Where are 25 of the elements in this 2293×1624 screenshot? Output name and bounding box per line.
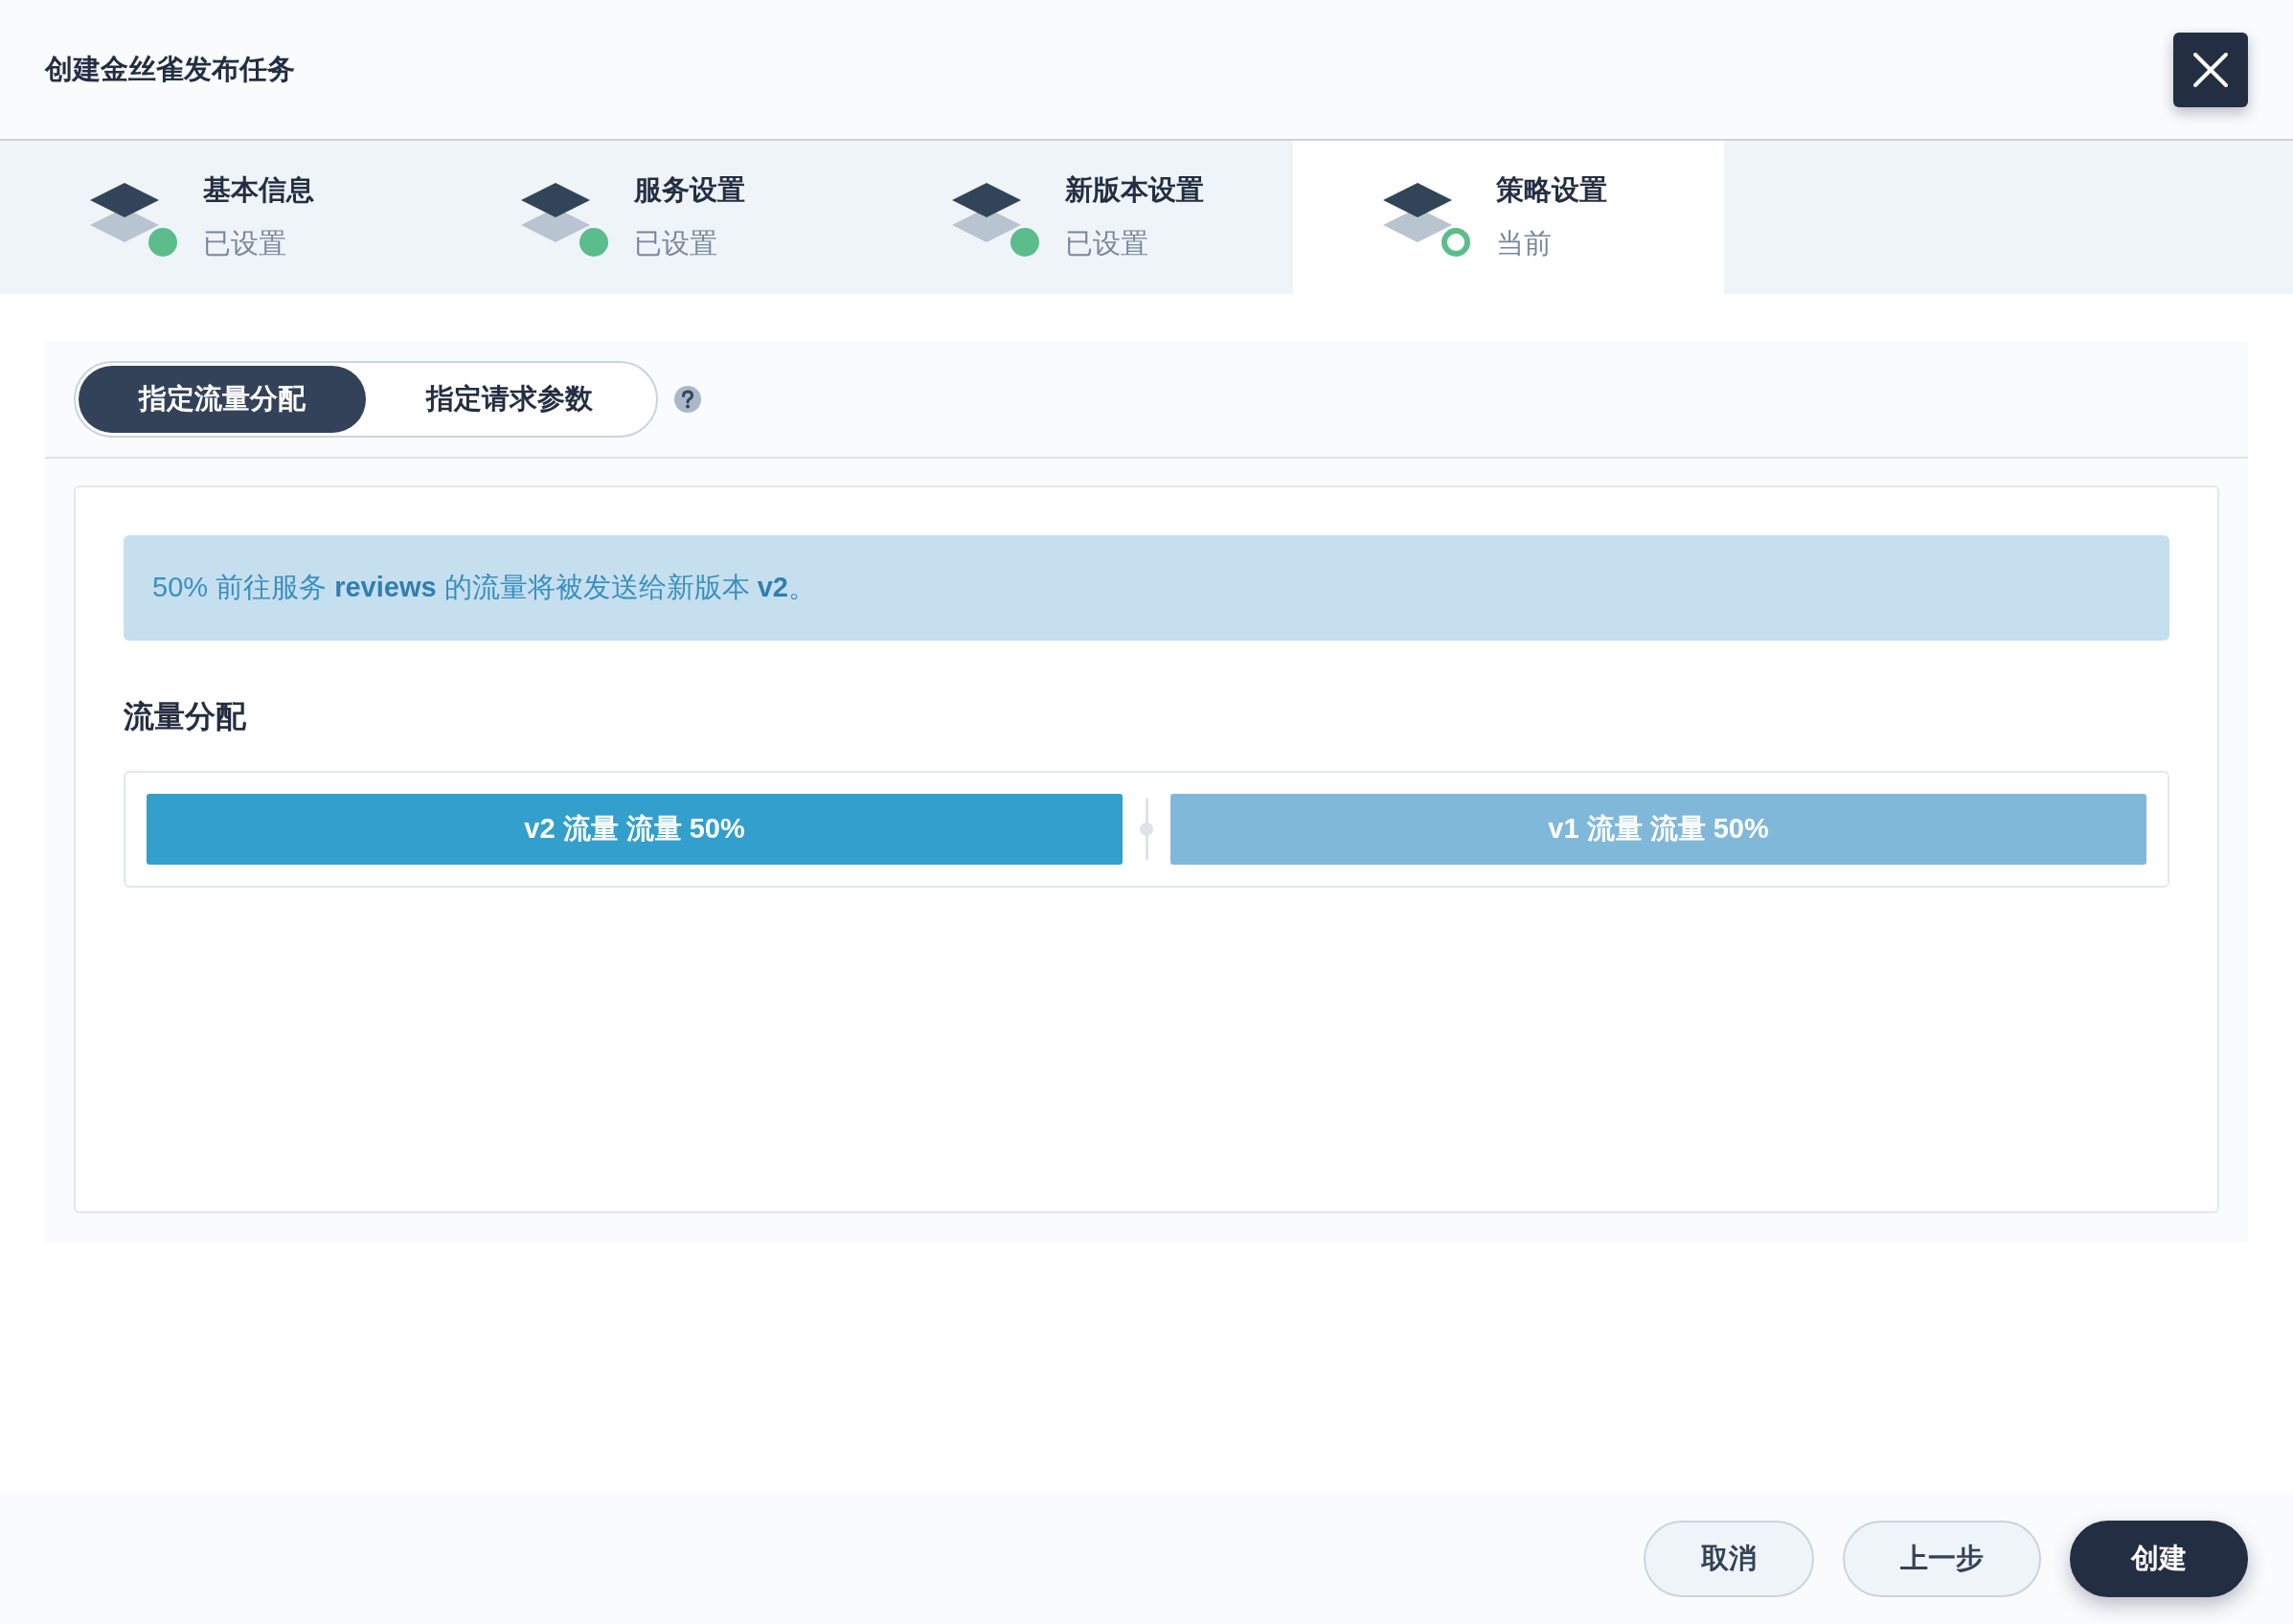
footer-button[interactable]: 上一步 [1843,1521,2041,1597]
dialog-title: 创建金丝雀发布任务 [45,52,295,86]
info-banner: 50% 前往服务 reviews 的流量将被发送给新版本 v2。 [124,535,2169,641]
step-item[interactable]: 服务设置 已设置 [431,141,862,294]
traffic-segment: v2 流量 流量 50% [147,794,1123,865]
step-title: 基本信息 [203,173,314,207]
step-status: 当前 [1496,227,1553,260]
step-status: 已设置 [634,227,718,260]
step-status: 已设置 [203,227,287,260]
traffic-segment: v1 流量 流量 50% [1170,794,2146,865]
help-icon[interactable] [673,385,702,414]
footer-button[interactable]: 取消 [1644,1521,1814,1597]
step-item[interactable]: 策略设置 当前 [1293,141,1724,294]
step-title: 新版本设置 [1065,173,1204,207]
close-icon [2191,50,2230,89]
section-title: 流量分配 [124,698,246,735]
step-item[interactable]: 新版本设置 已设置 [862,141,1293,294]
mode-tab[interactable]: 指定流量分配 [79,366,366,433]
mode-tab[interactable]: 指定请求参数 [366,366,653,433]
step-status: 已设置 [1065,227,1149,260]
close-button[interactable] [2173,32,2248,107]
step-title: 服务设置 [634,173,745,207]
step-title: 策略设置 [1496,173,1607,207]
create-button[interactable]: 创建 [2070,1521,2248,1597]
step-item[interactable]: 基本信息 已设置 [0,141,431,294]
